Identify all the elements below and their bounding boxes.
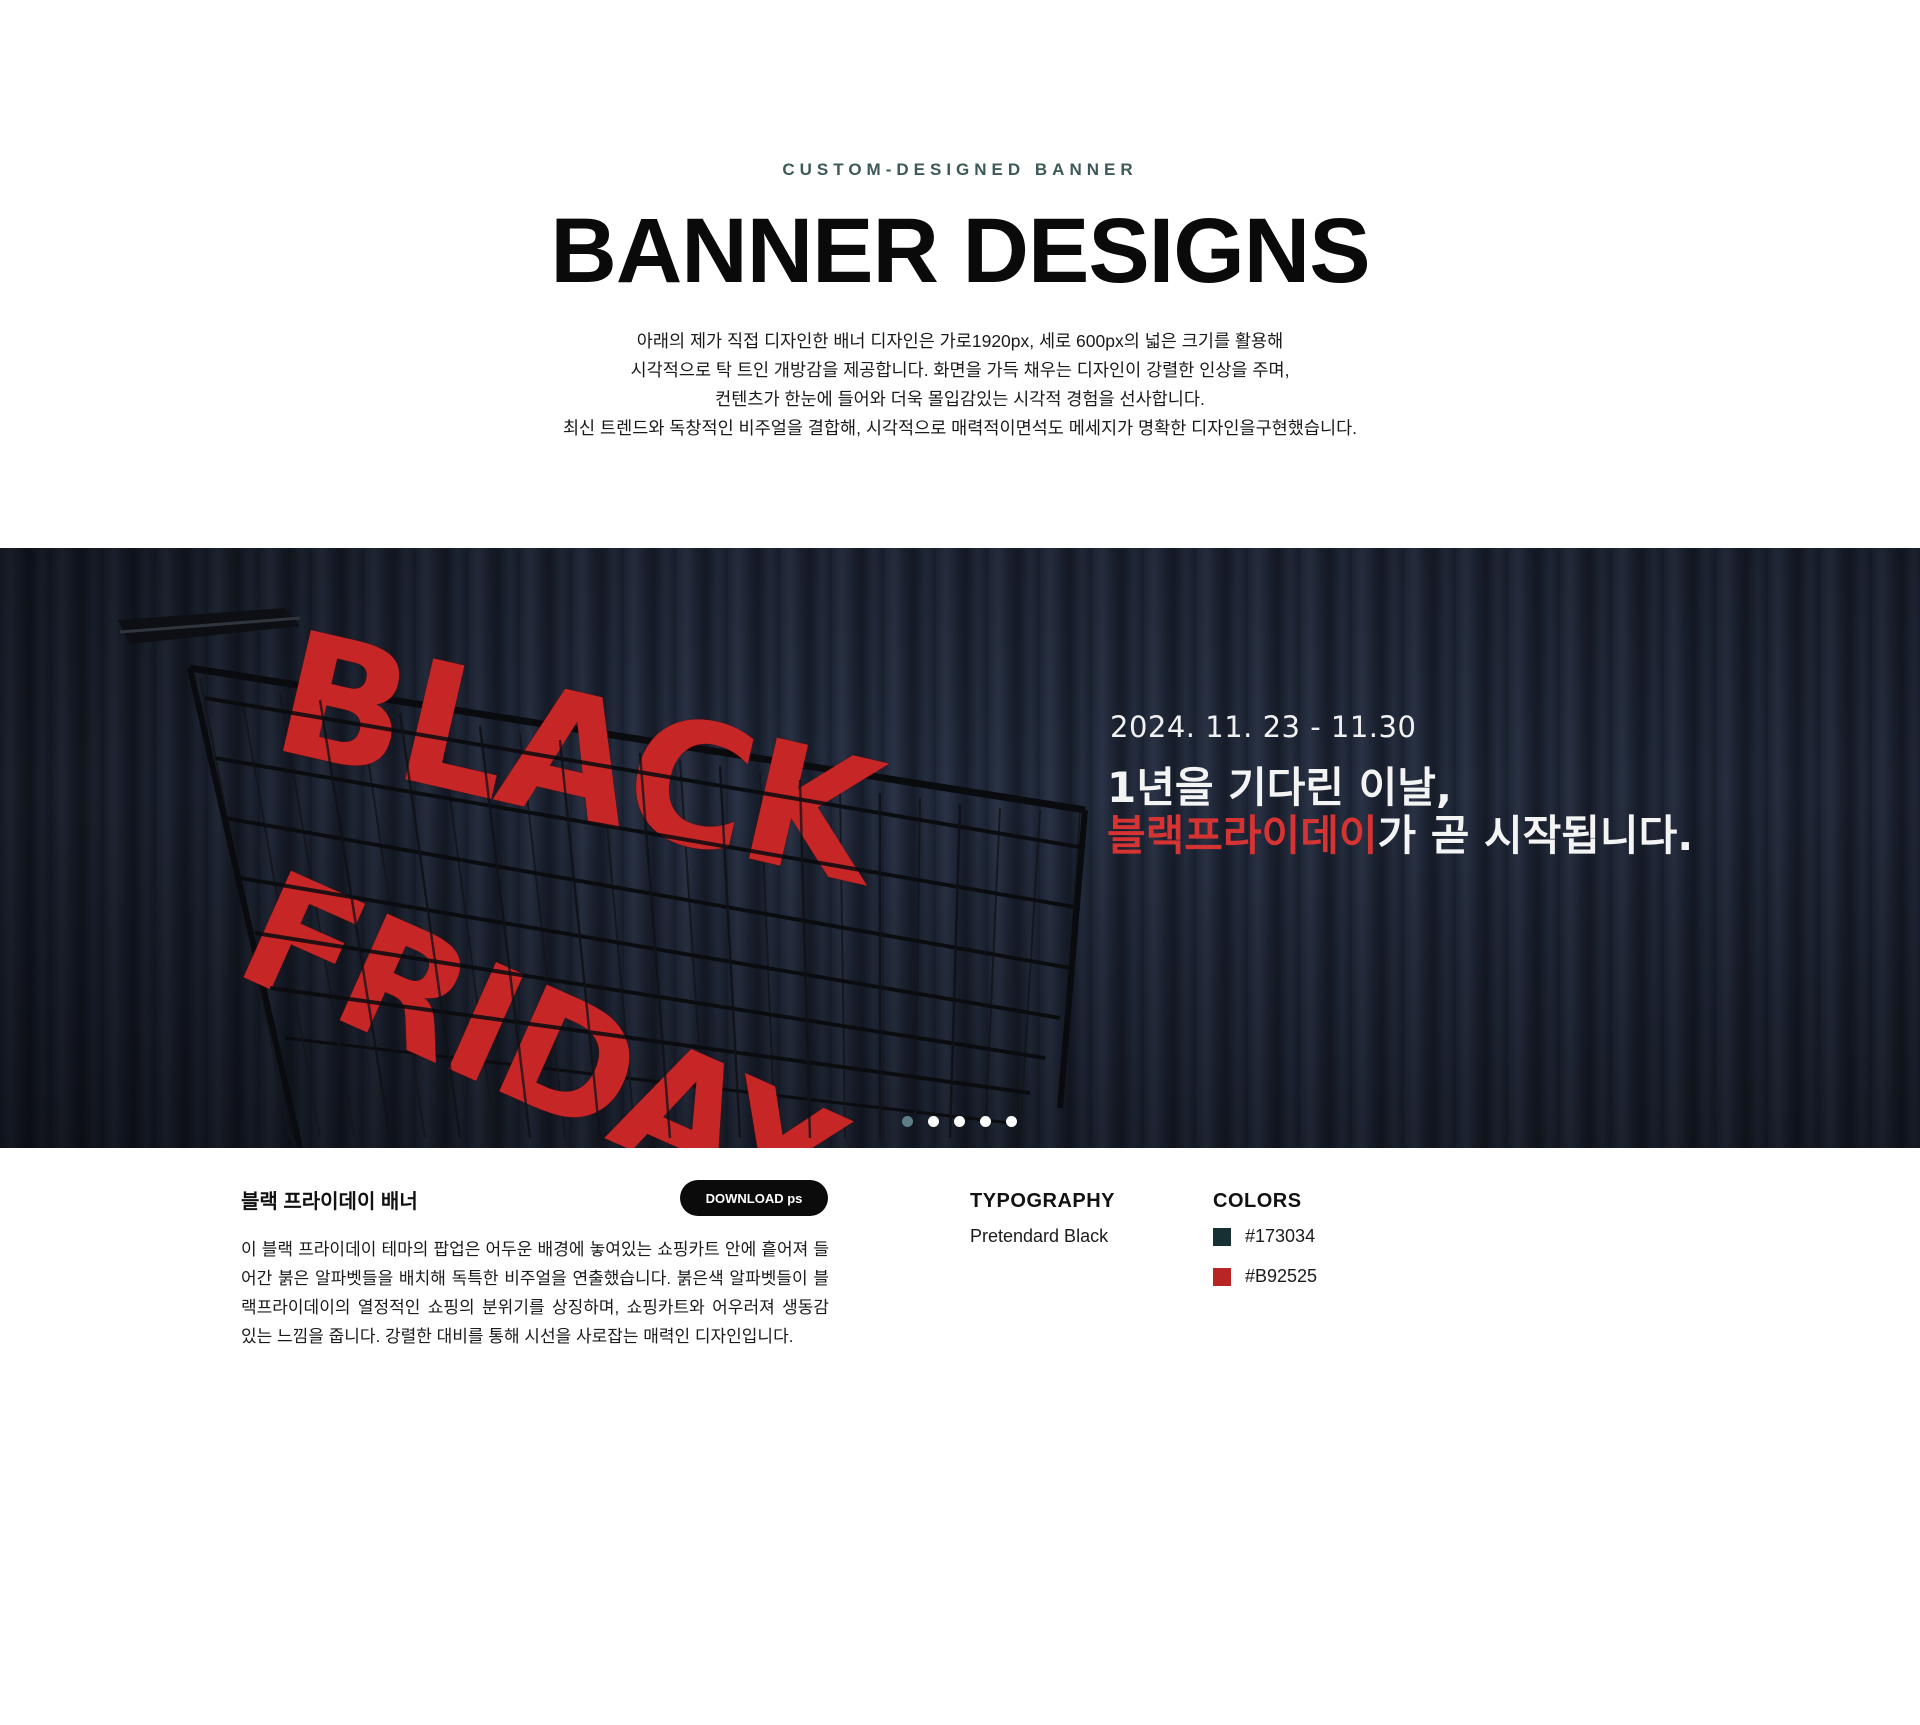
slide-dot[interactable]: [928, 1116, 939, 1127]
download-button[interactable]: DOWNLOAD ps: [680, 1180, 828, 1216]
intro-line: 시각적으로 탁 트인 개방감을 제공합니다. 화면을 가득 채우는 디자인이 강…: [630, 360, 1290, 380]
color-swatch-label: #173034: [1245, 1226, 1316, 1246]
intro-text: 아래의 제가 직접 디자인한 배너 디자인은 가로1920px, 세로 600p…: [0, 327, 1920, 443]
typography-heading: TYPOGRAPHY: [970, 1190, 1116, 1212]
intro-line: 컨텐츠가 한눈에 들어와 더욱 몰입감있는 시각적 경험을 선사합니다.: [715, 389, 1205, 409]
color-swatch-label: #B92525: [1245, 1266, 1318, 1286]
color-swatch: [1213, 1267, 1231, 1286]
typography-font: Pretendard Black: [970, 1226, 1109, 1246]
project-title: 블랙 프라이데이 배너: [241, 1191, 418, 1213]
project-description: 이 블랙 프라이데이 테마의 팝업은 어두운 배경에 놓여있는 쇼핑카트 안에 …: [241, 1240, 829, 1346]
banner-date: 2024. 11. 23 - 11.30: [1110, 710, 1417, 744]
color-swatch-row: #B92525: [1213, 1266, 1317, 1287]
slide-indicators: [902, 1116, 1017, 1127]
intro-line: 최신 트렌드와 독창적인 비주얼을 결합해, 시각적으로 매력적이면석도 메세지…: [562, 418, 1358, 438]
eyebrow-label: CUSTOM-DESIGNED BANNER: [782, 160, 1138, 179]
slide-dot[interactable]: [1006, 1116, 1017, 1127]
slide-dot[interactable]: [954, 1116, 965, 1127]
black-friday-banner[interactable]: BLACK FRIDAY 2024. 11. 23 - 11.30 1년을 기다…: [0, 548, 1920, 1148]
color-swatch-row: #173034: [1213, 1226, 1315, 1247]
headline-rest: 가 곧 시작됩니다.: [1377, 811, 1694, 860]
slide-dot[interactable]: [980, 1116, 991, 1127]
page-title: BANNER DESIGNS: [550, 200, 1370, 302]
banner-headline-2: 블랙프라이데이가 곧 시작됩니다.: [1107, 802, 1693, 863]
colors-heading: COLORS: [1213, 1190, 1302, 1212]
intro-line: 아래의 제가 직접 디자인한 배너 디자인은 가로1920px, 세로 600p…: [636, 331, 1284, 351]
slide-dot[interactable]: [902, 1116, 913, 1127]
headline-highlight: 블랙프라이데이: [1107, 811, 1378, 860]
color-swatch: [1213, 1227, 1231, 1246]
